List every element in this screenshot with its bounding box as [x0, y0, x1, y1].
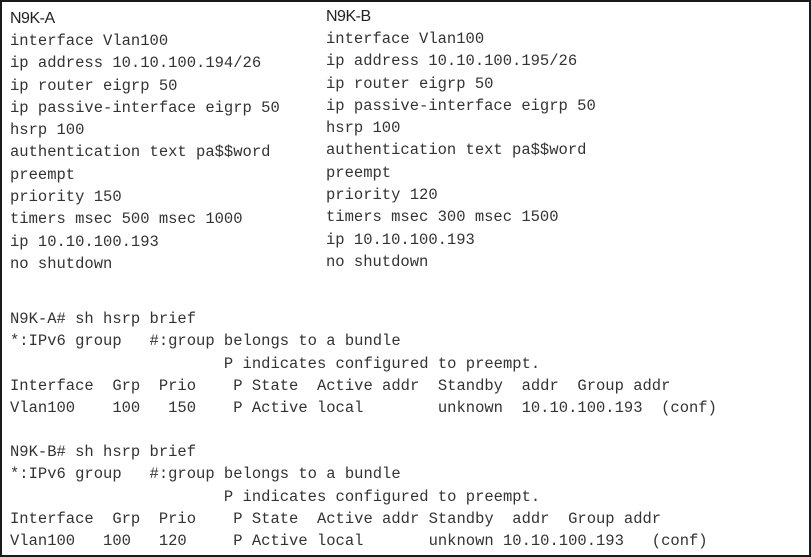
config-line: preempt	[326, 163, 392, 182]
config-line: ip address 10.10.100.194/26	[10, 54, 262, 73]
config-line: ip router eigrp 50	[10, 76, 178, 95]
config-line: ip passive-interface eigrp 50	[326, 96, 596, 115]
config-line: ip address 10.10.100.195/26	[326, 52, 578, 71]
config-line: hsrp 100	[10, 121, 85, 140]
config-line: no shutdown	[10, 254, 113, 273]
config-line: priority 120	[326, 186, 438, 205]
config-line: ip passive-interface eigrp 50	[10, 98, 280, 117]
output-line: *:IPv6 group #:group belongs to a bundle	[10, 465, 401, 484]
config-line: ip 10.10.100.193	[326, 230, 475, 249]
hsrp-brief-output-n9k-b: N9K-B# sh hsrp brief *:IPv6 group #:group…	[10, 441, 708, 552]
hsrp-brief-output-n9k-a: N9K-A# sh hsrp brief *:IPv6 group #:group…	[10, 308, 717, 419]
config-line: authentication text pa$$word	[326, 141, 587, 160]
output-line: N9K-A# sh hsrp brief	[10, 310, 197, 328]
config-line: priority 150	[10, 188, 122, 207]
output-line: N9K-B# sh hsrp brief	[10, 443, 197, 461]
config-line: ip 10.10.100.193	[10, 232, 159, 251]
output-line: P indicates configured to preempt.	[10, 354, 541, 373]
output-line: Vlan100 100 120 P Active local unknown 1…	[10, 532, 708, 551]
config-line: interface Vlan100	[10, 32, 169, 50]
config-title-n9k-b: N9K-B	[326, 8, 371, 25]
output-line: Interface Grp Prio P State Active addr S…	[10, 509, 662, 528]
config-line: no shutdown	[326, 252, 429, 271]
output-line: Vlan100 100 150 P Active local unknown 1…	[10, 399, 717, 418]
config-block-n9k-b: interface Vlan100 ip address 10.10.100.19…	[326, 28, 596, 273]
config-line: preempt	[10, 165, 76, 184]
config-title-n9k-a: N9K-A	[10, 10, 55, 27]
config-line: timers msec 300 msec 1500	[326, 208, 559, 227]
config-block-n9k-a: interface Vlan100 ip address 10.10.100.19…	[10, 30, 280, 275]
cli-screenshot-frame: N9K-A interface Vlan100 ip address 10.10.…	[0, 0, 811, 557]
config-line: timers msec 500 msec 1000	[10, 210, 243, 229]
output-line: *:IPv6 group #:group belongs to a bundle	[10, 332, 401, 351]
config-line: authentication text pa$$word	[10, 143, 271, 162]
config-line: hsrp 100	[326, 119, 401, 138]
output-line: P indicates configured to preempt.	[10, 487, 541, 506]
config-line: ip router eigrp 50	[326, 74, 494, 93]
output-line: Interface Grp Prio P State Active addr S…	[10, 376, 671, 395]
config-line: interface Vlan100	[326, 30, 485, 48]
